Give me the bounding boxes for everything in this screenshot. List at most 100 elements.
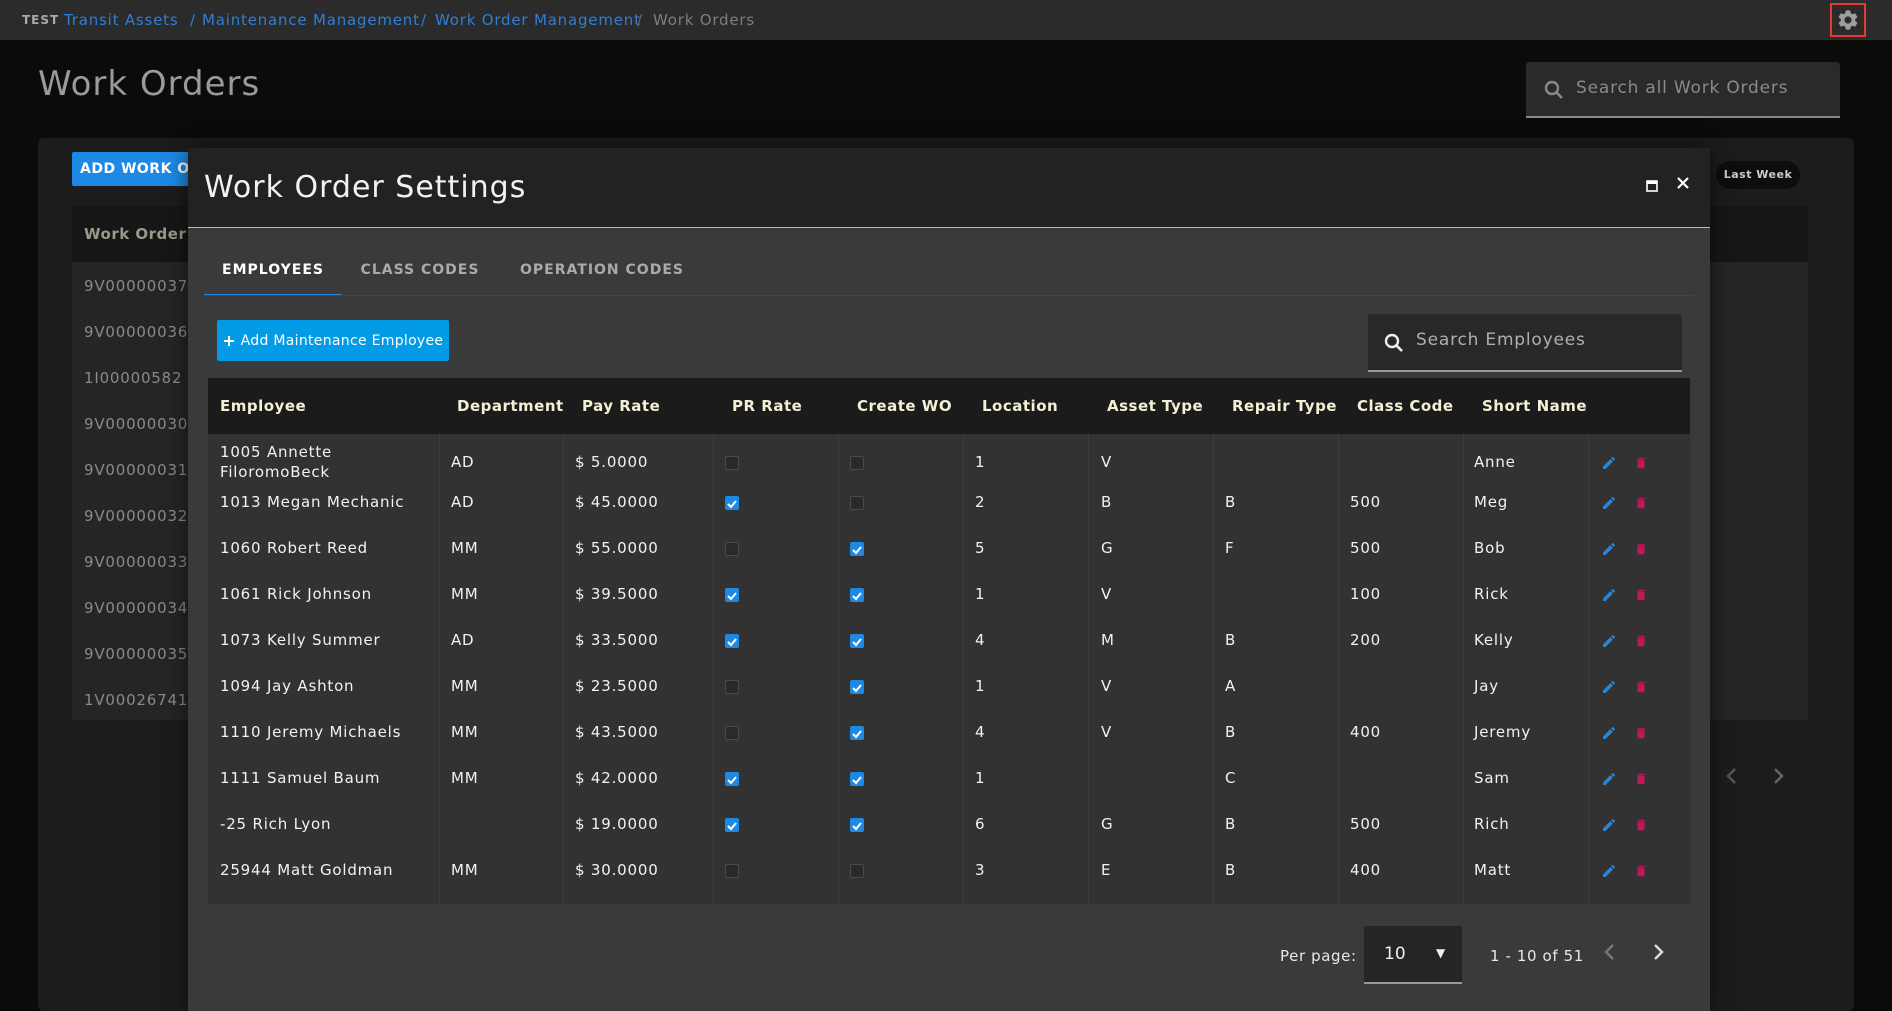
- work-order-search[interactable]: Search all Work Orders: [1526, 62, 1840, 118]
- add-maintenance-employee-button[interactable]: Add Maintenance Employee: [217, 320, 449, 361]
- add-work-order-button[interactable]: ADD WORK ORDER: [72, 152, 192, 186]
- delete-icon[interactable]: [1634, 633, 1648, 653]
- create-wo-checkbox[interactable]: [850, 726, 864, 740]
- tab-divider: [204, 295, 1694, 296]
- delete-icon[interactable]: [1634, 587, 1648, 607]
- edit-icon[interactable]: [1601, 587, 1617, 607]
- short-name-cell: Matt: [1474, 861, 1512, 879]
- department-cell: MM: [451, 677, 479, 695]
- location-cell: 1: [975, 677, 986, 695]
- check-icon: [852, 638, 862, 647]
- pr-rate-checkbox[interactable]: [725, 456, 739, 470]
- create-wo-checkbox[interactable]: [850, 456, 864, 470]
- check-icon: [852, 592, 862, 601]
- work-order-number[interactable]: 9V00000035: [84, 645, 188, 663]
- work-order-number[interactable]: 1V00026741: [84, 691, 188, 709]
- work-order-number[interactable]: 1I00000582: [84, 369, 182, 387]
- delete-icon[interactable]: [1634, 771, 1648, 791]
- work-order-number[interactable]: 9V00000036: [84, 323, 188, 341]
- asset-type-cell: V: [1101, 453, 1113, 471]
- short-name-cell: Jay: [1474, 677, 1499, 695]
- column-create-wo: Create WO: [857, 397, 953, 415]
- edit-icon[interactable]: [1601, 633, 1617, 653]
- pr-rate-checkbox[interactable]: [725, 542, 739, 556]
- table-row: 1073 Kelly Summer AD $ 33.5000 4 M B 200 Kelly: [208, 618, 1690, 664]
- breadcrumb-transit-assets[interactable]: Transit Assets: [64, 11, 178, 29]
- dialog-header: Work Order Settings: [188, 148, 1710, 228]
- create-wo-checkbox[interactable]: [850, 864, 864, 878]
- pr-rate-checkbox[interactable]: [725, 588, 739, 602]
- employee-cell: 1110 Jeremy Michaels: [220, 723, 402, 741]
- edit-icon[interactable]: [1601, 455, 1617, 475]
- edit-icon[interactable]: [1601, 495, 1617, 515]
- create-wo-checkbox[interactable]: [850, 496, 864, 510]
- maximize-icon[interactable]: [1646, 180, 1658, 192]
- pr-rate-checkbox[interactable]: [725, 680, 739, 694]
- employee-cell: 1073 Kelly Summer: [220, 631, 381, 649]
- pr-rate-checkbox[interactable]: [725, 634, 739, 648]
- breadcrumb-separator: /: [421, 11, 427, 29]
- employee-search[interactable]: [1368, 314, 1682, 372]
- location-cell: 1: [975, 585, 986, 603]
- repair-type-cell: B: [1225, 723, 1237, 741]
- short-name-cell: Kelly: [1474, 631, 1514, 649]
- pr-rate-checkbox[interactable]: [725, 496, 739, 510]
- create-wo-checkbox[interactable]: [850, 634, 864, 648]
- per-page-select[interactable]: 10 ▼: [1364, 926, 1462, 984]
- pr-rate-checkbox[interactable]: [725, 726, 739, 740]
- work-order-number[interactable]: 9V00000031: [84, 461, 188, 479]
- class-code-cell: 200: [1350, 631, 1382, 649]
- work-order-number[interactable]: 9V00000037: [84, 277, 188, 295]
- create-wo-checkbox[interactable]: [850, 818, 864, 832]
- chevron-left-icon[interactable]: [1720, 764, 1744, 788]
- delete-icon[interactable]: [1634, 817, 1648, 837]
- asset-type-cell: V: [1101, 677, 1113, 695]
- work-order-number[interactable]: 9V00000032: [84, 507, 188, 525]
- edit-icon[interactable]: [1601, 863, 1617, 883]
- create-wo-checkbox[interactable]: [850, 542, 864, 556]
- settings-button[interactable]: [1830, 3, 1866, 37]
- breadcrumb-work-order-management[interactable]: Work Order Management: [435, 11, 641, 29]
- per-page-label: Per page:: [1280, 947, 1357, 965]
- chevron-left-icon[interactable]: [1598, 940, 1622, 964]
- delete-icon[interactable]: [1634, 541, 1648, 561]
- tab-class-codes[interactable]: CLASS CODES: [342, 248, 498, 296]
- create-wo-checkbox[interactable]: [850, 772, 864, 786]
- delete-icon[interactable]: [1634, 863, 1648, 883]
- pr-rate-checkbox[interactable]: [725, 818, 739, 832]
- pr-rate-checkbox[interactable]: [725, 864, 739, 878]
- edit-icon[interactable]: [1601, 725, 1617, 745]
- location-cell: 1: [975, 453, 986, 471]
- chevron-right-icon[interactable]: [1646, 940, 1670, 964]
- delete-icon[interactable]: [1634, 455, 1648, 475]
- edit-icon[interactable]: [1601, 771, 1617, 791]
- breadcrumb-current: Work Orders: [653, 11, 755, 29]
- department-cell: MM: [451, 585, 479, 603]
- chevron-right-icon[interactable]: [1766, 764, 1790, 788]
- employee-search-input[interactable]: [1416, 330, 1666, 350]
- class-code-cell: 500: [1350, 539, 1382, 557]
- table-row: 1013 Megan Mechanic AD $ 45.0000 2 B B 500 Meg: [208, 480, 1690, 526]
- pay-rate-cell: $ 5.0000: [575, 453, 649, 471]
- tab-employees[interactable]: EMPLOYEES: [204, 248, 342, 296]
- close-icon[interactable]: [1676, 176, 1690, 190]
- short-name-cell: Sam: [1474, 769, 1510, 787]
- work-order-number[interactable]: 9V00000034: [84, 599, 188, 617]
- edit-icon[interactable]: [1601, 679, 1617, 699]
- work-order-number[interactable]: 9V00000030: [84, 415, 188, 433]
- delete-icon[interactable]: [1634, 495, 1648, 515]
- tab-operation-codes[interactable]: OPERATION CODES: [502, 248, 702, 296]
- employees-table: Employee Department Pay Rate PR Rate Cre…: [208, 378, 1690, 904]
- employee-cell: -25 Rich Lyon: [220, 815, 332, 833]
- last-week-filter[interactable]: Last Week: [1716, 161, 1800, 189]
- create-wo-checkbox[interactable]: [850, 588, 864, 602]
- pr-rate-checkbox[interactable]: [725, 772, 739, 786]
- edit-icon[interactable]: [1601, 541, 1617, 561]
- delete-icon[interactable]: [1634, 725, 1648, 745]
- delete-icon[interactable]: [1634, 679, 1648, 699]
- breadcrumb-maintenance-management[interactable]: Maintenance Management: [202, 11, 420, 29]
- edit-icon[interactable]: [1601, 817, 1617, 837]
- pay-rate-cell: $ 30.0000: [575, 861, 659, 879]
- work-order-number[interactable]: 9V00000033: [84, 553, 188, 571]
- create-wo-checkbox[interactable]: [850, 680, 864, 694]
